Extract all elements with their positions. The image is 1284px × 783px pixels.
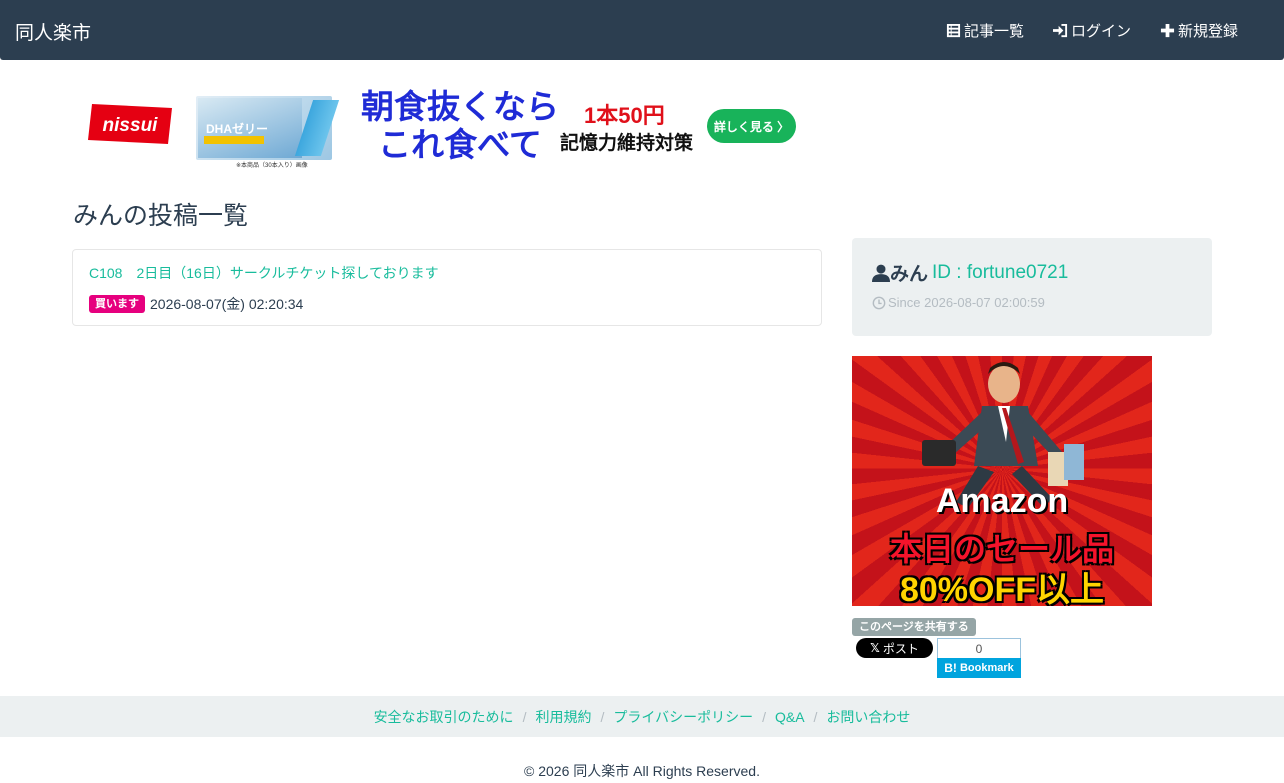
- x-post-button[interactable]: 𝕏 ポスト: [856, 638, 933, 658]
- hatena-count: 0: [937, 638, 1021, 658]
- profile-since: Since 2026-08-07 02:00:59: [872, 295, 1045, 310]
- copyright: © 2026 同人楽市 All Rights Reserved.: [524, 763, 760, 779]
- nav-articles[interactable]: 記事一覧: [946, 20, 1024, 41]
- profile-name: みん: [890, 264, 929, 285]
- footer-nav: 安全なお取引のために / 利用規約 / プライバシーポリシー / Q&A / お…: [0, 696, 1284, 737]
- x-post-label: ポスト: [882, 641, 919, 656]
- post-title-link[interactable]: C108 2日目（16日）サークルチケット探しております: [89, 263, 439, 283]
- plus-icon: [1160, 23, 1175, 38]
- hatena-b-icon: B!: [944, 661, 957, 675]
- ad-cta-button[interactable]: 詳しく見る 〉: [707, 109, 796, 143]
- page-title: みんの投稿一覧: [73, 202, 249, 230]
- profile-id: ID : fortune0721: [932, 261, 1069, 283]
- brand-logo[interactable]: 同人楽市: [15, 18, 91, 45]
- navbar: 同人楽市 記事一覧 ログイン 新規登録: [0, 0, 1284, 60]
- nissui-logo: nissui: [88, 104, 172, 144]
- footer-separator: /: [522, 708, 527, 725]
- post-card: C108 2日目（16日）サークルチケット探しております 買います 2026-0…: [72, 249, 822, 326]
- footer-link-contact[interactable]: お問い合わせ: [826, 707, 910, 727]
- ad-headline-2: これ食べて: [378, 126, 542, 163]
- nissui-logo-text: nissui: [103, 115, 159, 136]
- product-name: DHAゼリー: [206, 122, 268, 136]
- footer-separator: /: [600, 708, 605, 725]
- ad-price: 1本50円: [584, 103, 665, 128]
- footer-separator: /: [762, 708, 766, 725]
- profile-since-text: Since 2026-08-07 02:00:59: [888, 295, 1045, 310]
- hatena-bookmark-button[interactable]: B! Bookmark: [937, 658, 1021, 678]
- amazon-ad-line1: Amazon: [935, 482, 1069, 520]
- amazon-ad-line3: 80%OFF以上: [899, 571, 1105, 606]
- clock-icon: [872, 296, 886, 309]
- product-image: DHAゼリー ※本商品（30本入り）画像: [196, 96, 340, 169]
- hatena-bookmark-label: Bookmark: [959, 662, 1014, 674]
- login-icon: [1053, 23, 1068, 38]
- post-datetime: 2026-08-07(金) 02:20:34: [150, 296, 304, 312]
- nav-login-label: ログイン: [1071, 23, 1132, 40]
- nav-register-label: 新規登録: [1178, 23, 1239, 40]
- ad-headline: 朝食抜くなら これ食べて: [358, 88, 562, 164]
- list-icon: [946, 23, 961, 38]
- share-label: このページを共有する: [852, 618, 976, 636]
- x-icon: 𝕏: [870, 641, 880, 655]
- ad-subtitle: 記憶力維持対策: [560, 133, 694, 154]
- footer-link-qa[interactable]: Q&A: [775, 709, 805, 725]
- footer-separator: /: [813, 708, 818, 725]
- product-note: ※本商品（30本入り）画像: [236, 163, 308, 169]
- nav-login[interactable]: ログイン: [1053, 20, 1131, 41]
- nav-register[interactable]: 新規登録: [1160, 20, 1238, 41]
- nav-articles-label: 記事一覧: [964, 23, 1025, 40]
- banner-ad[interactable]: nissui DHAゼリー ※本商品（30本入り）画像 朝食抜くなら これ食べて…: [80, 88, 800, 169]
- profile-panel: みん ID : fortune0721 Since 2026-08-07 02:…: [852, 238, 1212, 336]
- buy-badge: 買います: [89, 295, 145, 313]
- user-icon: [872, 264, 890, 282]
- footer-link-privacy[interactable]: プライバシーポリシー: [613, 707, 753, 727]
- amazon-sale-ad[interactable]: Amazon 本日のセール品 80%OFF以上: [852, 356, 1152, 606]
- footer-link-safety[interactable]: 安全なお取引のために: [374, 707, 514, 727]
- profile-header: みん ID : fortune0721: [872, 259, 1068, 286]
- footer-link-terms[interactable]: 利用規約: [535, 707, 591, 727]
- ad-headline-1: 朝食抜くなら: [361, 88, 559, 125]
